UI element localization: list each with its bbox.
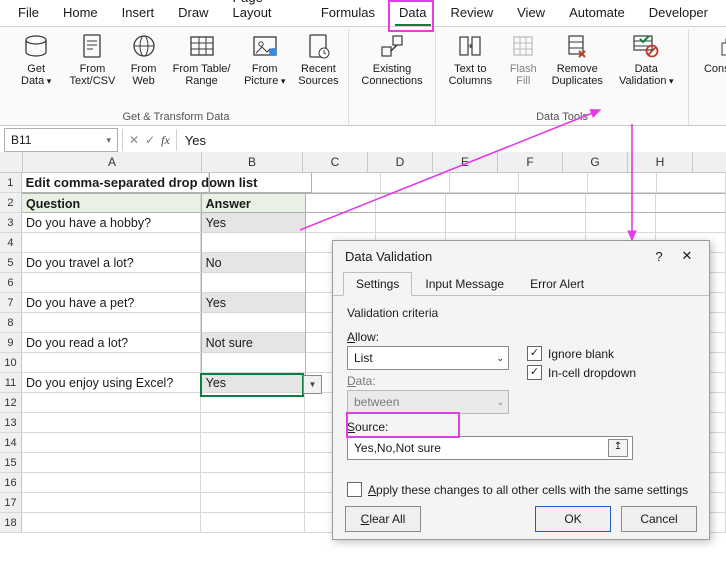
in-cell-dropdown-checkbox[interactable]: ✓In-cell dropdown bbox=[527, 365, 636, 380]
col-header-c[interactable]: C bbox=[303, 152, 368, 172]
col-header-g[interactable]: G bbox=[563, 152, 628, 172]
validation-criteria-label: Validation criteria bbox=[347, 306, 695, 320]
dialog-close-button[interactable]: ✕ bbox=[673, 248, 701, 264]
picture-icon bbox=[250, 31, 280, 61]
globe-icon bbox=[129, 31, 159, 61]
col-header-f[interactable]: F bbox=[498, 152, 563, 172]
cell-a3[interactable]: Do you have a hobby? bbox=[22, 213, 201, 233]
tab-review[interactable]: Review bbox=[439, 1, 506, 26]
dialog-title: Data Validation bbox=[345, 249, 432, 264]
fx-icon[interactable]: fx bbox=[161, 133, 170, 148]
database-icon bbox=[21, 31, 51, 61]
connections-icon bbox=[377, 31, 407, 61]
clear-all-button[interactable]: Clear All bbox=[345, 506, 421, 532]
data-select: between⌄ bbox=[347, 390, 509, 414]
data-label: Data: bbox=[347, 374, 509, 388]
col-header-b[interactable]: B bbox=[202, 152, 303, 172]
data-validation-button[interactable]: Data Validation bbox=[608, 29, 684, 111]
tab-data[interactable]: Data bbox=[387, 1, 438, 26]
dialog-help-button[interactable]: ? bbox=[645, 249, 673, 264]
tab-view[interactable]: View bbox=[505, 1, 557, 26]
chevron-down-icon: ⌄ bbox=[496, 397, 504, 408]
col-header-d[interactable]: D bbox=[368, 152, 433, 172]
name-box[interactable]: B11▾ bbox=[4, 128, 118, 152]
tab-automate[interactable]: Automate bbox=[557, 1, 637, 26]
col-header-h[interactable]: H bbox=[628, 152, 693, 172]
source-input[interactable]: Yes,No,Not sure ↥ bbox=[347, 436, 633, 460]
get-data-button[interactable]: Get Data bbox=[8, 29, 64, 111]
flash-fill-icon bbox=[508, 31, 538, 61]
apply-to-all-checkbox[interactable]: Apply these changes to all other cells w… bbox=[347, 482, 695, 497]
cell-a11[interactable]: Do you enjoy using Excel? bbox=[22, 373, 201, 393]
cell-b11[interactable]: Yes bbox=[201, 373, 306, 393]
col-header-a[interactable]: A bbox=[23, 152, 202, 172]
chevron-down-icon: ⌄ bbox=[496, 353, 504, 364]
remove-duplicates-icon bbox=[562, 31, 592, 61]
cell-a9[interactable]: Do you read a lot? bbox=[22, 333, 201, 353]
text-to-columns-button[interactable]: Text to Columns bbox=[440, 29, 501, 111]
select-all-corner[interactable] bbox=[0, 152, 23, 172]
tab-home[interactable]: Home bbox=[51, 1, 110, 26]
col-header-e[interactable]: E bbox=[433, 152, 498, 172]
from-picture-button[interactable]: From Picture bbox=[237, 29, 293, 111]
text-to-columns-icon bbox=[455, 31, 485, 61]
formula-bar: B11▾ ✕ ✓ fx Yes bbox=[0, 126, 726, 155]
allow-label: Allow: bbox=[347, 330, 509, 344]
tab-file[interactable]: File bbox=[6, 1, 51, 26]
ignore-blank-checkbox[interactable]: ✓Ignore blank bbox=[527, 346, 636, 361]
dialog-tab-settings[interactable]: Settings bbox=[343, 272, 412, 296]
allow-select[interactable]: List⌄ bbox=[347, 346, 509, 370]
remove-duplicates-button[interactable]: Remove Duplicates bbox=[546, 29, 608, 111]
cell-a1[interactable]: Edit comma-separated drop down list bbox=[22, 173, 209, 193]
cell-b1[interactable] bbox=[209, 173, 313, 193]
cell-b3[interactable]: Yes bbox=[201, 213, 306, 233]
tab-developer[interactable]: Developer bbox=[637, 1, 720, 26]
column-headers: A B C D E F G H bbox=[0, 152, 726, 173]
data-validation-icon bbox=[631, 31, 661, 61]
from-text-csv-button[interactable]: From Text/CSV bbox=[64, 29, 120, 111]
cell-b7[interactable]: Yes bbox=[201, 293, 306, 313]
ok-button[interactable]: OK bbox=[535, 506, 611, 532]
cancel-button[interactable]: Cancel bbox=[621, 506, 697, 532]
data-validation-dialog: Data Validation ? ✕ Settings Input Messa… bbox=[332, 240, 710, 540]
cell-a2[interactable]: Question bbox=[22, 193, 201, 213]
dialog-tabs: Settings Input Message Error Alert bbox=[333, 271, 709, 296]
tab-page-layout[interactable]: Page Layout bbox=[221, 0, 309, 26]
ribbon-tabs: File Home Insert Draw Page Layout Formul… bbox=[0, 0, 726, 27]
existing-connections-button[interactable]: Existing Connections bbox=[353, 29, 431, 111]
cell-b9[interactable]: Not sure bbox=[201, 333, 306, 353]
dialog-tab-input-message[interactable]: Input Message bbox=[412, 272, 517, 296]
cell-a5[interactable]: Do you travel a lot? bbox=[22, 253, 201, 273]
cell-b5[interactable]: No bbox=[201, 253, 306, 273]
from-web-button[interactable]: From Web bbox=[121, 29, 167, 111]
formula-input[interactable]: Yes bbox=[177, 133, 726, 148]
table-icon bbox=[187, 31, 217, 61]
dialog-tab-error-alert[interactable]: Error Alert bbox=[517, 272, 597, 296]
consolidate-icon bbox=[718, 31, 726, 61]
recent-icon bbox=[303, 31, 333, 61]
cancel-edit-icon[interactable]: ✕ bbox=[129, 133, 139, 147]
cell-a7[interactable]: Do you have a pet? bbox=[22, 293, 201, 313]
confirm-edit-icon[interactable]: ✓ bbox=[145, 133, 155, 147]
dialog-titlebar[interactable]: Data Validation ? ✕ bbox=[333, 241, 709, 271]
flash-fill-button[interactable]: Flash Fill bbox=[501, 29, 547, 111]
in-cell-dropdown-handle[interactable]: ▼ bbox=[303, 375, 322, 394]
consolidate-button[interactable]: Consolidate bbox=[693, 29, 726, 111]
tab-insert[interactable]: Insert bbox=[110, 1, 167, 26]
row-header[interactable]: 1 bbox=[0, 173, 22, 193]
file-text-icon bbox=[77, 31, 107, 61]
group-label-data-tools: Data Tools bbox=[440, 111, 684, 125]
tab-draw[interactable]: Draw bbox=[166, 1, 220, 26]
recent-sources-button[interactable]: Recent Sources bbox=[293, 29, 344, 111]
group-label-get-transform: Get & Transform Data bbox=[8, 111, 344, 125]
from-table-range-button[interactable]: From Table/ Range bbox=[167, 29, 237, 111]
source-label: Source: bbox=[347, 420, 695, 434]
ribbon-body: Get Data From Text/CSV From Web From Tab… bbox=[0, 27, 726, 126]
chevron-down-icon: ▾ bbox=[106, 135, 111, 146]
range-picker-icon[interactable]: ↥ bbox=[608, 439, 628, 457]
cell-b2[interactable]: Answer bbox=[201, 193, 306, 213]
tab-formulas[interactable]: Formulas bbox=[309, 1, 387, 26]
formula-bar-controls: ✕ ✓ fx bbox=[122, 129, 177, 151]
